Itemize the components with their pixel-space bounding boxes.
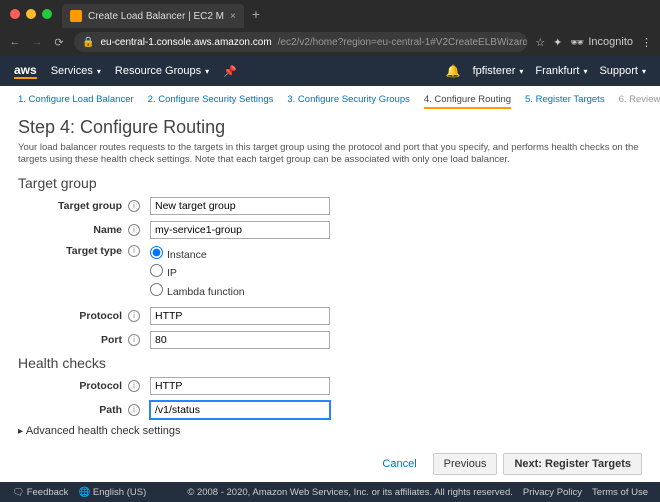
browser-tab[interactable]: Create Load Balancer | EC2 M × — [62, 4, 244, 28]
minimize-window-button[interactable] — [26, 9, 36, 19]
wizard-step-2[interactable]: 2. Configure Security Settings — [148, 94, 274, 109]
privacy-link[interactable]: Privacy Policy — [523, 487, 582, 498]
terms-link[interactable]: Terms of Use — [592, 487, 648, 498]
radio-instance[interactable]: Instance — [150, 245, 245, 264]
label-protocol: Protocol — [18, 310, 128, 322]
wizard-step-5[interactable]: 5. Register Targets — [525, 94, 605, 109]
label-hc-path: Path — [18, 404, 128, 416]
aws-footer: 🗨 Feedback 🌐 English (US) © 2008 - 2020,… — [0, 482, 660, 502]
services-menu[interactable]: Services — [51, 65, 101, 77]
info-icon[interactable]: i — [128, 404, 140, 416]
info-icon[interactable]: i — [128, 334, 140, 346]
info-icon[interactable]: i — [128, 310, 140, 322]
maximize-window-button[interactable] — [42, 9, 52, 19]
resource-groups-menu[interactable]: Resource Groups — [115, 65, 209, 77]
advanced-settings-toggle[interactable]: Advanced health check settings — [18, 425, 642, 437]
aws-top-nav: aws Services Resource Groups 📌 🔔 fpfiste… — [0, 56, 660, 86]
window-titlebar: Create Load Balancer | EC2 M × + — [0, 0, 660, 28]
forward-button[interactable]: → — [30, 36, 44, 48]
page-description: Your load balancer routes requests to th… — [18, 142, 642, 167]
aws-logo[interactable]: aws — [14, 63, 37, 79]
label-target-group: Target group — [18, 200, 128, 212]
incognito-indicator: 🕶 Incognito — [570, 36, 633, 49]
wizard-step-3[interactable]: 3. Configure Security Groups — [287, 94, 410, 109]
reload-button[interactable]: ⟳ — [52, 36, 66, 49]
close-tab-icon[interactable]: × — [230, 11, 236, 22]
account-menu[interactable]: fpfisterer — [473, 65, 524, 77]
health-checks-heading: Health checks — [18, 355, 642, 371]
copyright-text: © 2008 - 2020, Amazon Web Services, Inc.… — [187, 487, 513, 498]
hc-protocol-select[interactable]: HTTP — [150, 377, 330, 395]
url-path: /ec2/v2/home?region=eu-central-1#V2Creat… — [278, 37, 528, 48]
browser-menu-icon[interactable]: ⋮ — [641, 36, 652, 49]
wizard-step-6: 6. Review — [619, 94, 660, 109]
browser-toolbar: ← → ⟳ 🔒 eu-central-1.console.aws.amazon.… — [0, 28, 660, 56]
label-target-type: Target type — [18, 245, 128, 257]
star-icon[interactable]: ☆ — [535, 36, 545, 49]
label-port: Port — [18, 334, 128, 346]
name-input[interactable] — [150, 221, 330, 239]
label-hc-protocol: Protocol — [18, 380, 128, 392]
incognito-icon: 🕶 — [570, 36, 584, 49]
page-content: 1. Configure Load Balancer 2. Configure … — [0, 86, 660, 482]
target-type-radios: Instance IP Lambda function — [150, 245, 245, 301]
target-group-heading: Target group — [18, 175, 642, 191]
cancel-button[interactable]: Cancel — [372, 453, 426, 475]
wizard-step-1[interactable]: 1. Configure Load Balancer — [18, 94, 134, 109]
aws-favicon — [70, 10, 82, 22]
wizard-buttons: Cancel Previous Next: Register Targets — [18, 447, 642, 475]
target-group-select[interactable]: New target group — [150, 197, 330, 215]
close-window-button[interactable] — [10, 9, 20, 19]
info-icon[interactable]: i — [128, 245, 140, 257]
back-button[interactable]: ← — [8, 36, 22, 48]
support-menu[interactable]: Support — [599, 65, 646, 77]
url-host: eu-central-1.console.aws.amazon.com — [100, 37, 271, 48]
window-controls — [10, 9, 52, 19]
hc-path-input[interactable] — [150, 401, 330, 419]
info-icon[interactable]: i — [128, 380, 140, 392]
notifications-icon[interactable]: 🔔 — [446, 64, 461, 78]
feedback-link[interactable]: 🗨 Feedback — [12, 487, 68, 498]
region-menu[interactable]: Frankfurt — [535, 65, 587, 77]
page-title: Step 4: Configure Routing — [18, 117, 642, 138]
protocol-select[interactable]: HTTP — [150, 307, 330, 325]
wizard-steps: 1. Configure Load Balancer 2. Configure … — [18, 94, 642, 109]
language-selector[interactable]: 🌐 English (US) — [78, 487, 146, 498]
wizard-step-4[interactable]: 4. Configure Routing — [424, 94, 511, 109]
pin-icon[interactable]: 📌 — [223, 65, 237, 78]
incognito-label: Incognito — [588, 36, 633, 48]
radio-lambda[interactable]: Lambda function — [150, 282, 245, 301]
radio-ip[interactable]: IP — [150, 263, 245, 282]
lock-icon: 🔒 — [82, 37, 94, 48]
info-icon[interactable]: i — [128, 200, 140, 212]
tab-title: Create Load Balancer | EC2 M — [88, 11, 224, 22]
label-name: Name — [18, 224, 128, 236]
info-icon[interactable]: i — [128, 224, 140, 236]
next-button[interactable]: Next: Register Targets — [503, 453, 642, 475]
previous-button[interactable]: Previous — [433, 453, 498, 475]
extension-icon[interactable]: ✦ — [553, 36, 562, 49]
new-tab-button[interactable]: + — [252, 6, 260, 22]
address-bar[interactable]: 🔒 eu-central-1.console.aws.amazon.com/ec… — [74, 32, 527, 52]
port-input[interactable] — [150, 331, 330, 349]
